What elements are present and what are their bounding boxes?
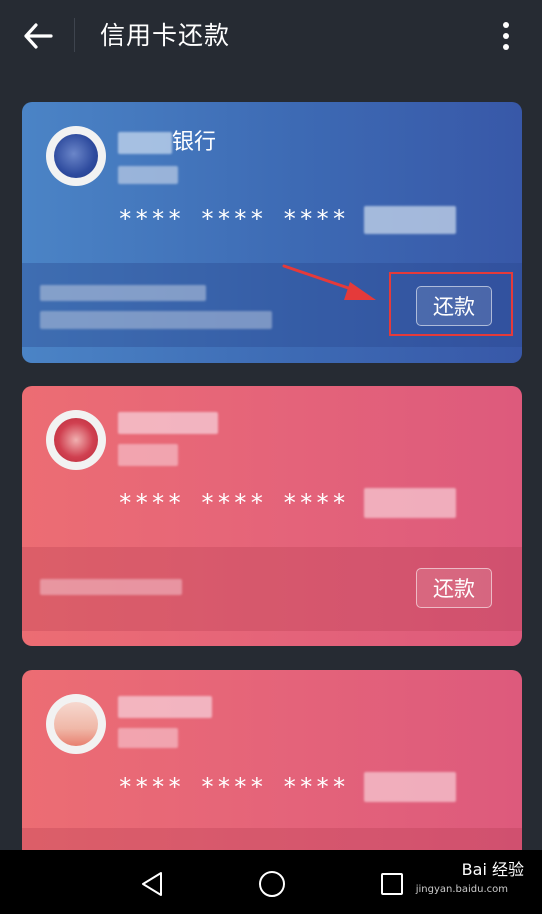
- card-number-masked: **** **** ****: [118, 489, 349, 517]
- screen: 信用卡还款 银行 **** **** **** 还款 **** **** ***…: [0, 0, 542, 914]
- triangle-back-icon: [142, 872, 162, 896]
- nav-recents-button[interactable]: [374, 866, 410, 902]
- card-number-masked: **** **** ****: [118, 205, 349, 233]
- credit-card-item[interactable]: **** **** **** 还款: [22, 386, 522, 646]
- card-tail-blur: [364, 488, 456, 518]
- arrow-left-icon: [24, 23, 53, 49]
- back-button[interactable]: [18, 18, 58, 54]
- due-info-blur: [40, 311, 272, 329]
- more-menu-button[interactable]: [494, 18, 518, 54]
- bill-info-blur: [40, 579, 182, 595]
- annotation-highlight-box: [389, 272, 513, 336]
- nav-back-button[interactable]: [134, 866, 170, 902]
- baidu-watermark: Bai 经验: [461, 860, 524, 879]
- card-type-blur: [118, 166, 178, 184]
- card-tail-blur: [364, 772, 456, 802]
- bank-logo: [46, 410, 106, 470]
- card-type-blur: [118, 728, 178, 748]
- more-vertical-icon: [503, 22, 509, 28]
- square-recents-icon: [381, 873, 403, 895]
- bank-name-blur: [118, 696, 212, 718]
- bank-logo: [46, 126, 106, 186]
- page-title: 信用卡还款: [100, 21, 231, 50]
- bank-logo: [46, 694, 106, 754]
- card-tail-blur: [364, 206, 456, 234]
- repay-button[interactable]: 还款: [416, 568, 492, 608]
- card-type-blur: [118, 444, 178, 466]
- card-number-masked: **** **** ****: [118, 773, 349, 801]
- annotation-arrow-icon: [282, 264, 376, 300]
- nav-home-button[interactable]: [254, 866, 290, 902]
- bank-name-blur: [118, 132, 172, 154]
- header-divider: [74, 18, 75, 52]
- app-bar: 信用卡还款: [0, 0, 542, 72]
- bank-name-blur: [118, 412, 218, 434]
- system-nav-bar: Bai 经验 jingyan.baidu.com: [0, 850, 542, 914]
- bill-info-blur: [40, 285, 206, 301]
- baidu-watermark-url: jingyan.baidu.com: [415, 884, 508, 895]
- circle-home-icon: [259, 871, 285, 897]
- bank-name: 银行: [172, 130, 217, 155]
